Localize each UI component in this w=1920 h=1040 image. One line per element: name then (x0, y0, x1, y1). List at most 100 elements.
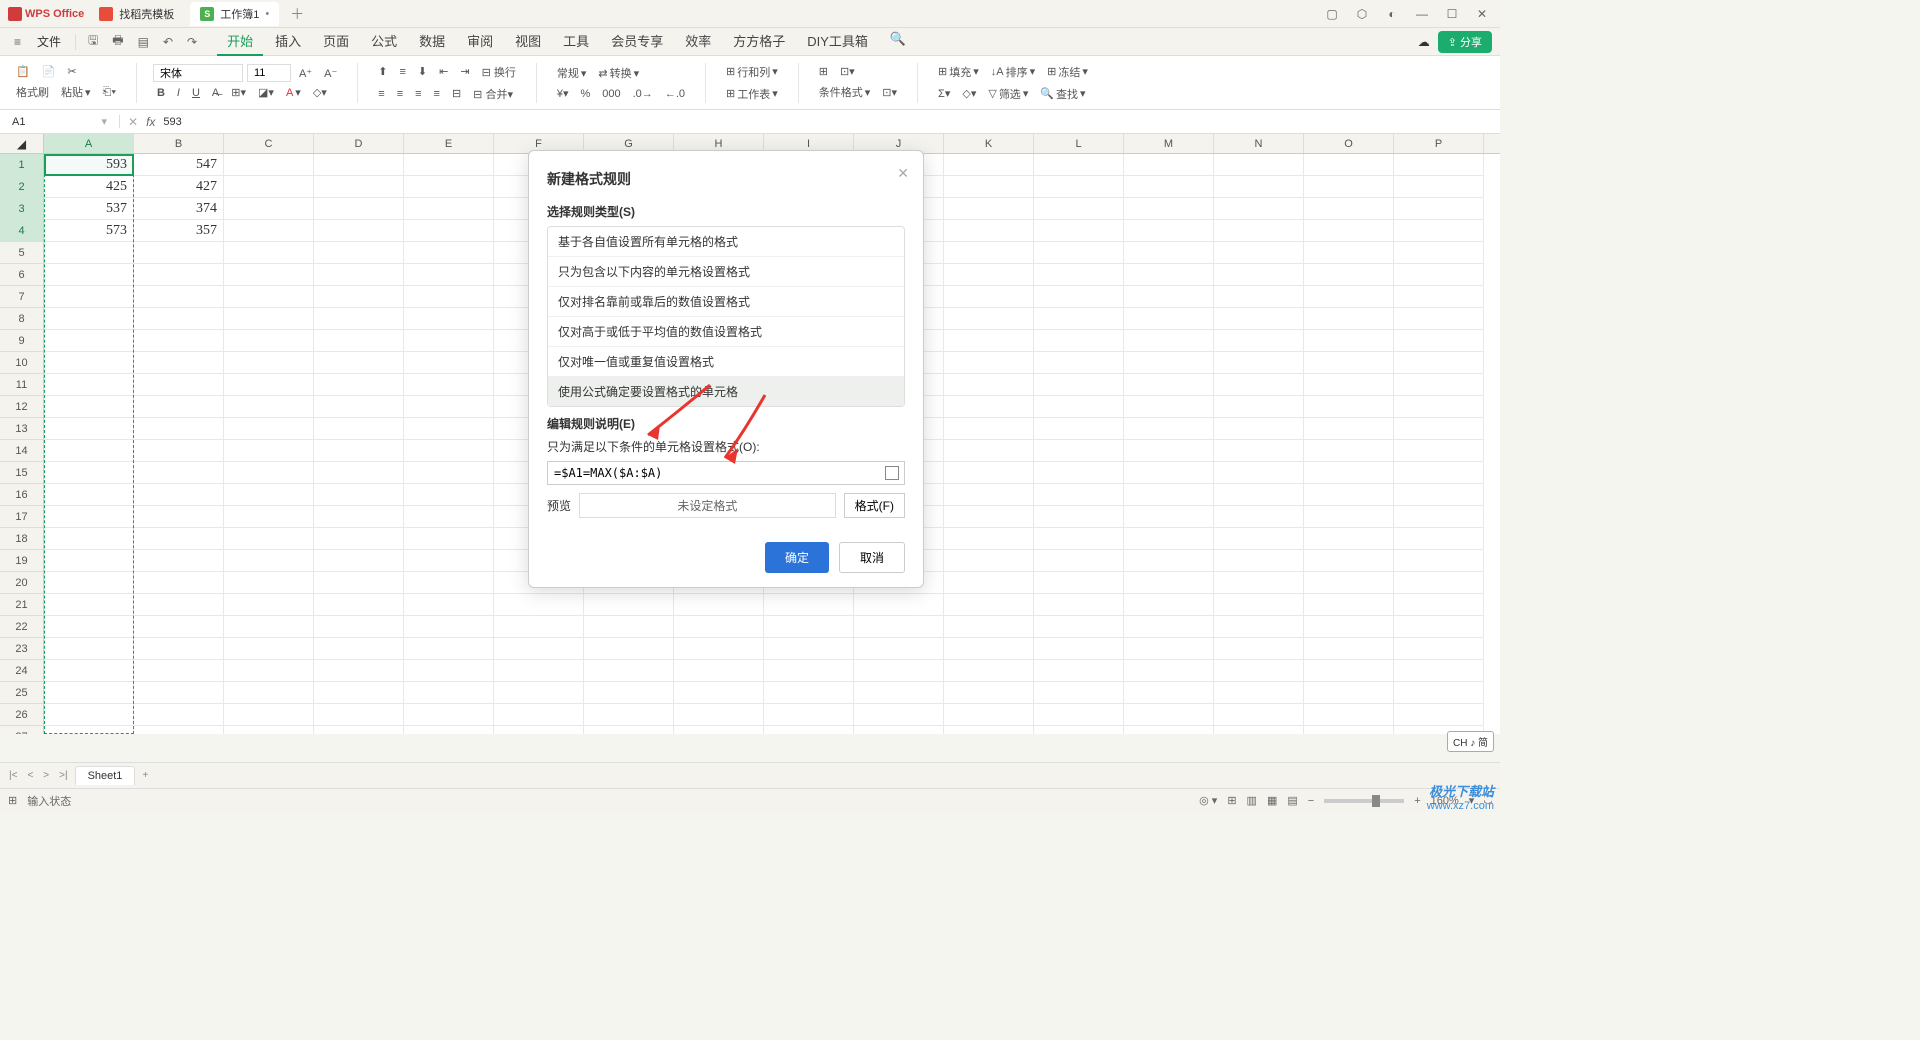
cell[interactable] (494, 726, 584, 734)
cell[interactable] (854, 594, 944, 616)
cell[interactable] (944, 374, 1034, 396)
cell[interactable] (224, 660, 314, 682)
print-icon[interactable]: 🖶 (106, 27, 129, 56)
row-header[interactable]: 23 (0, 638, 44, 660)
cell[interactable] (1214, 198, 1304, 220)
cell[interactable] (44, 286, 134, 308)
cell[interactable] (944, 264, 1034, 286)
cell[interactable] (134, 550, 224, 572)
col-header-M[interactable]: M (1124, 134, 1214, 153)
cell[interactable] (1034, 528, 1124, 550)
ok-button[interactable]: 确定 (765, 542, 829, 573)
cell[interactable] (584, 726, 674, 734)
cell[interactable] (314, 594, 404, 616)
row-header[interactable]: 9 (0, 330, 44, 352)
undo-icon[interactable]: ↶ (157, 31, 179, 53)
cell[interactable] (764, 726, 854, 734)
cell[interactable] (404, 506, 494, 528)
cell[interactable] (1034, 308, 1124, 330)
cell[interactable] (1304, 220, 1394, 242)
cell[interactable] (314, 638, 404, 660)
cell[interactable] (44, 330, 134, 352)
sheet-tab-1[interactable]: Sheet1 (75, 766, 136, 785)
cell[interactable] (134, 660, 224, 682)
col-header-K[interactable]: K (944, 134, 1034, 153)
cell[interactable] (1394, 286, 1484, 308)
search-tab-icon[interactable]: 🔍 (880, 27, 916, 56)
cell[interactable] (1034, 286, 1124, 308)
cell[interactable] (404, 616, 494, 638)
eye-icon[interactable]: ◎ ▾ (1199, 794, 1217, 807)
row-header[interactable]: 19 (0, 550, 44, 572)
cell[interactable] (44, 440, 134, 462)
cell[interactable] (1214, 220, 1304, 242)
row-header[interactable]: 11 (0, 374, 44, 396)
cell[interactable] (1124, 264, 1214, 286)
cell[interactable] (134, 330, 224, 352)
formula-value[interactable]: 593 (163, 116, 181, 128)
rule-type-item[interactable]: 仅对排名靠前或靠后的数值设置格式 (548, 287, 904, 317)
cell[interactable] (44, 704, 134, 726)
cell[interactable] (1304, 682, 1394, 704)
cell[interactable] (1034, 506, 1124, 528)
cell[interactable] (1304, 462, 1394, 484)
cell[interactable] (764, 594, 854, 616)
col-header-B[interactable]: B (134, 134, 224, 153)
sheet-add[interactable]: + (139, 770, 151, 781)
row-header[interactable]: 24 (0, 660, 44, 682)
cell[interactable] (854, 660, 944, 682)
cell[interactable] (1304, 264, 1394, 286)
cell[interactable] (44, 726, 134, 734)
range-picker-icon[interactable] (885, 466, 899, 480)
row-header[interactable]: 13 (0, 418, 44, 440)
cell[interactable] (584, 594, 674, 616)
cell[interactable] (224, 374, 314, 396)
cell[interactable] (1304, 308, 1394, 330)
cell[interactable] (674, 726, 764, 734)
row-header[interactable]: 12 (0, 396, 44, 418)
worksheet-button[interactable]: ⊞ 工作表▾ (722, 84, 782, 104)
cell[interactable]: 425 (44, 176, 134, 198)
cell[interactable] (404, 220, 494, 242)
cell[interactable] (944, 594, 1034, 616)
hamburger-icon[interactable]: ≡ (8, 31, 27, 53)
cell[interactable] (314, 308, 404, 330)
cell[interactable] (1304, 242, 1394, 264)
cell[interactable] (1034, 660, 1124, 682)
fill-button[interactable]: ⊞ 填充▾ (934, 62, 983, 82)
cell[interactable] (1304, 418, 1394, 440)
cell[interactable] (1034, 726, 1124, 734)
cell[interactable] (1304, 594, 1394, 616)
cell[interactable] (944, 660, 1034, 682)
cell[interactable] (134, 638, 224, 660)
cell[interactable] (224, 440, 314, 462)
cell[interactable] (1394, 484, 1484, 506)
cell[interactable] (1304, 528, 1394, 550)
cell[interactable] (314, 616, 404, 638)
cell[interactable] (1124, 308, 1214, 330)
rule-type-item[interactable]: 基于各自值设置所有单元格的格式 (548, 227, 904, 257)
cell[interactable] (1124, 704, 1214, 726)
cell[interactable] (224, 154, 314, 176)
cell[interactable] (1394, 352, 1484, 374)
find-button[interactable]: 🔍 查找▾ (1036, 84, 1089, 104)
increase-font-icon[interactable]: A⁺ (295, 65, 316, 82)
cell[interactable] (1214, 396, 1304, 418)
cell[interactable] (314, 330, 404, 352)
cell[interactable]: 537 (44, 198, 134, 220)
cell[interactable] (404, 264, 494, 286)
border-icon[interactable]: ⊞▾ (227, 84, 250, 101)
wrap-text-button[interactable]: ⊟ 换行 (478, 62, 520, 82)
cell[interactable] (1034, 264, 1124, 286)
cell[interactable] (224, 242, 314, 264)
cell[interactable] (854, 704, 944, 726)
indent-inc-icon[interactable]: ⇥ (456, 63, 473, 80)
merge-icon[interactable]: ⊟ (448, 85, 465, 102)
cell[interactable] (1394, 176, 1484, 198)
cell[interactable] (1034, 484, 1124, 506)
cell[interactable] (584, 616, 674, 638)
strike-icon[interactable]: A̶ (208, 85, 223, 101)
cell[interactable] (134, 572, 224, 594)
cell[interactable] (1214, 682, 1304, 704)
cell[interactable] (854, 616, 944, 638)
